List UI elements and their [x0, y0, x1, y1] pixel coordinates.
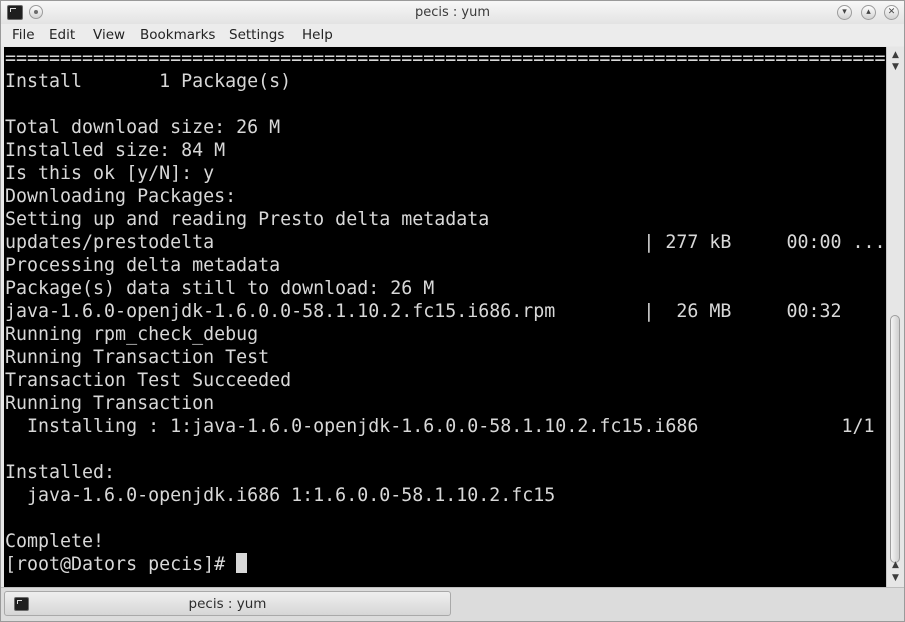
menu-bar: File Edit View Bookmarks Settings Help [1, 24, 904, 46]
maximize-button[interactable]: ▴ [861, 5, 876, 20]
scroll-up-arrow-icon[interactable]: ▲ [889, 559, 902, 571]
terminal-line: Is this ok [y/N]: y [5, 163, 215, 184]
minimize-button[interactable]: ▾ [837, 5, 852, 20]
menu-view[interactable]: View [93, 27, 125, 43]
shell-prompt: [root@Dators pecis]# [5, 554, 237, 575]
terminal-output: ========================================… [5, 47, 886, 576]
text-cursor [236, 553, 248, 573]
terminal-line: Install 1 Package(s) [5, 71, 292, 92]
terminal-line: Installing : 1:java-1.6.0-openjdk-1.6.0.… [5, 416, 875, 437]
terminal-line: Total download size: 26 M [5, 117, 281, 138]
scroll-track[interactable] [890, 77, 901, 563]
terminal-line: Running rpm_check_debug [5, 324, 259, 345]
menu-bookmarks[interactable]: Bookmarks [140, 27, 215, 43]
tab-session[interactable]: pecis : yum [4, 591, 451, 616]
terminal-line: Setting up and reading Presto delta meta… [5, 209, 490, 230]
terminal-line: Transaction Test Succeeded [5, 370, 292, 391]
terminal-line: Installed size: 84 M [5, 140, 226, 161]
scroll-down-arrow-icon[interactable]: ▼ [889, 61, 902, 73]
scroll-up-arrow-icon[interactable]: ▲ [889, 49, 902, 61]
terminal-line: java-1.6.0-openjdk.i686 1:1.6.0.0-58.1.1… [5, 485, 556, 506]
konsole-window: pecis : yum ▾ ▴ ✕ File Edit View Bookmar… [0, 0, 905, 622]
menu-file[interactable]: File [12, 27, 35, 43]
terminal-line: updates/prestodelta | 277 kB 00:00 ... [5, 232, 886, 253]
scroll-down-arrow-icon[interactable]: ▼ [889, 572, 902, 584]
terminal-view[interactable]: ========================================… [4, 47, 886, 587]
terminal-line: java-1.6.0-openjdk-1.6.0.0-58.1.10.2.fc1… [5, 301, 842, 322]
menu-help[interactable]: Help [302, 27, 333, 43]
terminal-line: Running Transaction Test [5, 347, 270, 368]
terminal-line: Downloading Packages: [5, 186, 237, 207]
tab-bar: pecis : yum [1, 587, 904, 621]
menu-edit[interactable]: Edit [49, 27, 75, 43]
menu-settings[interactable]: Settings [229, 27, 284, 43]
terminal-line: ========================================… [5, 48, 886, 69]
terminal-line: Processing delta metadata [5, 255, 281, 276]
terminal-line: Running Transaction [5, 393, 215, 414]
terminal-line: Package(s) data still to download: 26 M [5, 278, 435, 299]
tab-label: pecis : yum [188, 596, 267, 612]
terminal-line: Installed: [5, 462, 116, 483]
window-title: pecis : yum [414, 5, 491, 20]
title-bar[interactable]: pecis : yum ▾ ▴ ✕ [1, 1, 904, 25]
close-button[interactable]: ✕ [884, 5, 899, 20]
terminal-line: Complete! [5, 531, 105, 552]
scroll-thumb[interactable] [890, 315, 900, 563]
vertical-scrollbar[interactable]: ▲ ▼ ▲ ▼ [886, 47, 904, 587]
